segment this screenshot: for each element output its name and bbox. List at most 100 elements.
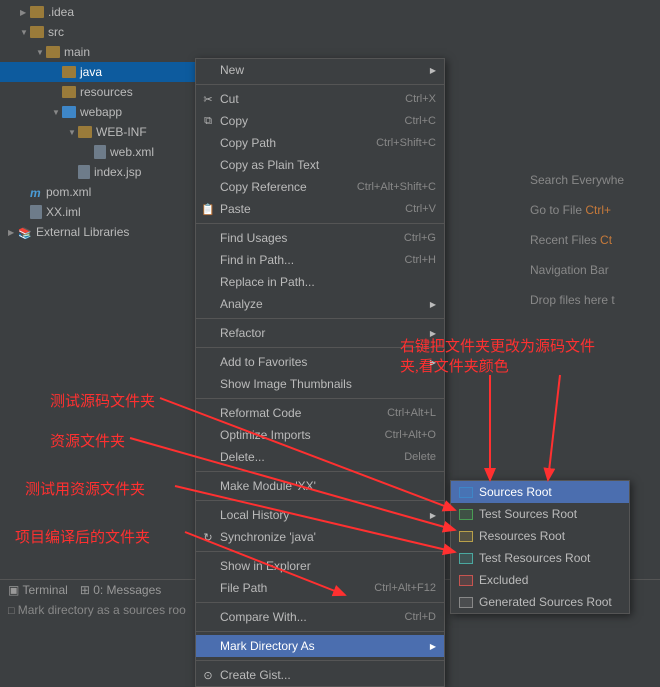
shortcut: Ctrl+V xyxy=(405,203,436,215)
menu-new[interactable]: New▶ xyxy=(196,59,444,81)
hint-navbar: Navigation Bar xyxy=(530,255,660,285)
menu-filepath[interactable]: File PathCtrl+Alt+F12 xyxy=(196,577,444,599)
annotation-text: 资源文件夹 xyxy=(50,430,125,451)
submenu-resources-root[interactable]: Resources Root xyxy=(451,525,629,547)
tree-label: src xyxy=(48,25,64,39)
folder-icon xyxy=(78,126,92,138)
menu-label: Local History xyxy=(220,508,436,522)
menu-label: Find Usages xyxy=(220,231,404,245)
shortcut: Ctrl+D xyxy=(405,611,436,623)
shortcut: Ctrl+G xyxy=(404,232,436,244)
test-resources-icon xyxy=(459,553,473,564)
submenu-generated-sources-root[interactable]: Generated Sources Root xyxy=(451,591,629,613)
github-icon: ⊙ xyxy=(200,669,216,682)
tree-node-iml[interactable]: XX.iml xyxy=(0,202,200,222)
menu-replaceinpath[interactable]: Replace in Path... xyxy=(196,271,444,293)
menu-separator xyxy=(196,223,444,224)
submenu-sources-root[interactable]: Sources Root xyxy=(451,481,629,503)
shortcut: Ctrl+Alt+O xyxy=(385,429,436,441)
submenu-label: Sources Root xyxy=(479,485,552,499)
tree-node-pom[interactable]: mpom.xml xyxy=(0,182,200,202)
menu-copy[interactable]: ⧉CopyCtrl+C xyxy=(196,110,444,132)
tree-label: web.xml xyxy=(110,145,154,159)
tree-label: resources xyxy=(80,85,133,99)
folder-icon xyxy=(30,26,44,38)
menu-label: Delete... xyxy=(220,450,404,464)
menu-makemodule[interactable]: Make Module 'XX' xyxy=(196,475,444,497)
file-icon xyxy=(30,205,42,219)
test-sources-icon xyxy=(459,509,473,520)
tree-label: webapp xyxy=(80,105,122,119)
submenu-test-resources-root[interactable]: Test Resources Root xyxy=(451,547,629,569)
tree-node-extlib[interactable]: ▶External Libraries xyxy=(0,222,200,242)
chevron-right-icon: ▶ xyxy=(430,329,436,338)
hint-recent: Recent Files Ct xyxy=(530,225,660,255)
menu-copypath[interactable]: Copy PathCtrl+Shift+C xyxy=(196,132,444,154)
menu-showexp[interactable]: Show in Explorer xyxy=(196,555,444,577)
menu-label: Replace in Path... xyxy=(220,275,436,289)
menu-label: Make Module 'XX' xyxy=(220,479,436,493)
menu-separator xyxy=(196,602,444,603)
menu-reformat[interactable]: Reformat CodeCtrl+Alt+L xyxy=(196,402,444,424)
shortcut: Ctrl+Alt+F12 xyxy=(374,582,436,594)
chevron-right-icon: ▶ xyxy=(430,511,436,520)
menu-label: Synchronize 'java' xyxy=(220,530,436,544)
menu-sync[interactable]: ↻Synchronize 'java' xyxy=(196,526,444,548)
menu-paste[interactable]: 📋 PasteCtrl+V xyxy=(196,198,444,220)
tree-node-idea[interactable]: ▶.idea xyxy=(0,2,200,22)
folder-icon xyxy=(30,6,44,18)
tree-node-src[interactable]: ▼src xyxy=(0,22,200,42)
tree-label: XX.iml xyxy=(46,205,81,219)
menu-optimize[interactable]: Optimize ImportsCtrl+Alt+O xyxy=(196,424,444,446)
shortcut: Ctrl+C xyxy=(405,115,436,127)
menu-label: Paste xyxy=(220,202,405,216)
hint-drop: Drop files here t xyxy=(530,285,660,315)
shortcut: Ctrl+H xyxy=(405,254,436,266)
tab-terminal[interactable]: ▣ Terminal xyxy=(8,583,68,597)
menu-label: Cut xyxy=(220,92,405,106)
tree-label: WEB-INF xyxy=(96,125,147,139)
chevron-right-icon: ▶ xyxy=(430,66,436,75)
menu-findinpath[interactable]: Find in Path...Ctrl+H xyxy=(196,249,444,271)
project-tree: ▶.idea ▼src ▼main java resources ▼webapp… xyxy=(0,0,200,242)
menu-copyplain[interactable]: Copy as Plain Text xyxy=(196,154,444,176)
resources-icon xyxy=(459,531,473,542)
chevron-right-icon: ▶ xyxy=(430,300,436,309)
shortcut: Ctrl+Alt+L xyxy=(387,407,436,419)
submenu-label: Test Resources Root xyxy=(479,551,590,565)
menu-showthumb[interactable]: Show Image Thumbnails xyxy=(196,373,444,395)
menu-label: Copy as Plain Text xyxy=(220,158,436,172)
menu-markdir[interactable]: Mark Directory As▶ xyxy=(196,635,444,657)
menu-findusages[interactable]: Find UsagesCtrl+G xyxy=(196,227,444,249)
folder-icon xyxy=(62,86,76,98)
submenu-excluded[interactable]: Excluded xyxy=(451,569,629,591)
menu-label: Create Gist... xyxy=(220,668,436,682)
annotation-text: 项目编译后的文件夹 xyxy=(15,526,150,547)
menu-addfav[interactable]: Add to Favorites▶ xyxy=(196,351,444,373)
menu-separator xyxy=(196,631,444,632)
menu-compare[interactable]: Compare With...Ctrl+D xyxy=(196,606,444,628)
tree-node-indexjsp[interactable]: index.jsp xyxy=(0,162,200,182)
hint-gotofile: Go to File Ctrl+ xyxy=(530,195,660,225)
menu-delete[interactable]: Delete...Delete xyxy=(196,446,444,468)
submenu-test-sources-root[interactable]: Test Sources Root xyxy=(451,503,629,525)
menu-cut[interactable]: ✂CutCtrl+X xyxy=(196,88,444,110)
paste-icon: 📋 xyxy=(200,203,216,216)
menu-label: Refactor xyxy=(220,326,436,340)
excluded-icon xyxy=(459,575,473,586)
tree-label: pom.xml xyxy=(46,185,91,199)
tree-node-webxml[interactable]: web.xml xyxy=(0,142,200,162)
menu-separator xyxy=(196,84,444,85)
menu-localhist[interactable]: Local History▶ xyxy=(196,504,444,526)
submenu-label: Test Sources Root xyxy=(479,507,577,521)
tree-node-java[interactable]: java xyxy=(0,62,200,82)
menu-analyze[interactable]: Analyze▶ xyxy=(196,293,444,315)
menu-refactor[interactable]: Refactor▶ xyxy=(196,322,444,344)
tree-node-webinf[interactable]: ▼WEB-INF xyxy=(0,122,200,142)
menu-gist[interactable]: ⊙ Create Gist... xyxy=(196,664,444,686)
tree-node-webapp[interactable]: ▼webapp xyxy=(0,102,200,122)
tab-messages[interactable]: ⊞ 0: Messages xyxy=(80,583,161,597)
menu-copyref[interactable]: Copy ReferenceCtrl+Alt+Shift+C xyxy=(196,176,444,198)
tree-node-resources[interactable]: resources xyxy=(0,82,200,102)
tree-node-main[interactable]: ▼main xyxy=(0,42,200,62)
